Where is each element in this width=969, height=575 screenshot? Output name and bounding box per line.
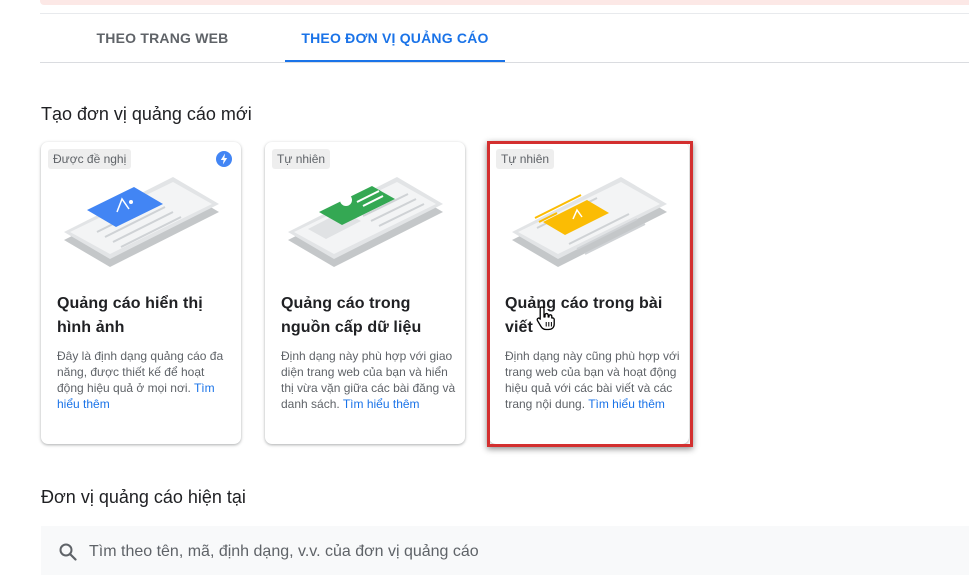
card-title: Quảng cáo hiển thị hình ảnh bbox=[57, 295, 203, 336]
create-section-title: Tạo đơn vị quảng cáo mới bbox=[41, 104, 252, 124]
native-badge: Tự nhiên bbox=[496, 149, 555, 169]
bolt-icon bbox=[216, 151, 232, 167]
card-description: Định dạng này phù hợp với giao diện tran… bbox=[281, 348, 457, 412]
in-feed-ad-illustration bbox=[288, 177, 443, 267]
in-article-ad-illustration bbox=[512, 177, 667, 267]
tab-bar: THEO TRANG WEB THEO ĐƠN VỊ QUẢNG CÁO bbox=[40, 14, 969, 63]
search-icon bbox=[59, 543, 77, 561]
native-badge: Tự nhiên bbox=[272, 149, 331, 169]
learn-more-link[interactable]: Tìm hiểu thêm bbox=[343, 397, 420, 411]
recommended-badge: Được đề nghị bbox=[48, 149, 132, 169]
card-description: Đây là định dạng quảng cáo đa năng, được… bbox=[57, 348, 233, 412]
search-input[interactable] bbox=[89, 538, 949, 566]
card-title: Quảng cáo trong nguồn cấp dữ liệu bbox=[281, 295, 422, 336]
search-bar bbox=[41, 526, 969, 575]
card-title: Quảng cáo trong bài viết bbox=[505, 295, 663, 336]
in-feed-ad-card[interactable]: Tự nhiên Quảng cáo trong nguồn cấp dữ li… bbox=[265, 142, 465, 444]
tab-by-ad-unit[interactable]: THEO ĐƠN VỊ QUẢNG CÁO bbox=[285, 14, 505, 62]
notification-banner bbox=[40, 0, 969, 5]
current-section-title: Đơn vị quảng cáo hiện tại bbox=[41, 487, 246, 507]
tab-by-website[interactable]: THEO TRANG WEB bbox=[40, 14, 285, 61]
display-ad-illustration bbox=[64, 177, 219, 267]
display-ad-card[interactable]: Được đề nghị Quảng cáo hiển thị hình ảnh… bbox=[41, 142, 241, 444]
in-article-ad-card[interactable]: Tự nhiên Quảng cáo trong bài viết Định d… bbox=[489, 142, 689, 444]
learn-more-link[interactable]: Tìm hiểu thêm bbox=[588, 397, 665, 411]
active-tab-indicator bbox=[285, 60, 505, 62]
tab-by-ad-unit-label: THEO ĐƠN VỊ QUẢNG CÁO bbox=[301, 30, 489, 46]
card-description: Định dạng này cũng phù hợp với trang web… bbox=[505, 348, 681, 412]
